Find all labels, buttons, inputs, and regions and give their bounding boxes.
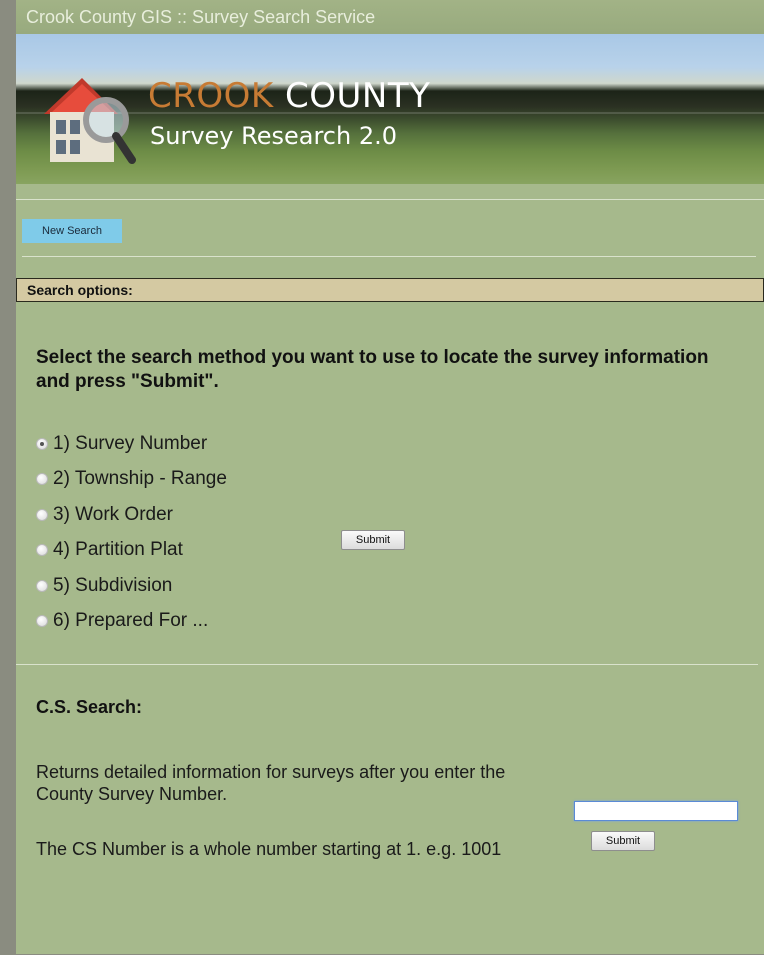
banner: CROOK COUNTY Survey Research 2.0 bbox=[16, 34, 764, 184]
radio-prepared-for[interactable]: 6) Prepared For ... bbox=[36, 604, 227, 640]
radio-button[interactable] bbox=[36, 508, 48, 521]
radio-work-order[interactable]: 3) Work Order bbox=[36, 497, 227, 533]
radio-survey-number[interactable]: 1) Survey Number bbox=[36, 426, 227, 462]
radio-label: 4) Partition Plat bbox=[53, 539, 183, 561]
new-search-button[interactable]: New Search bbox=[22, 219, 122, 243]
brand-subtitle: Survey Research 2.0 bbox=[150, 122, 397, 150]
cs-submit-button[interactable]: Submit bbox=[591, 831, 655, 851]
radio-button[interactable] bbox=[36, 544, 48, 557]
radio-label: 6) Prepared For ... bbox=[53, 610, 209, 632]
search-prompt: Select the search method you want to use… bbox=[36, 347, 709, 392]
cs-search-panel: C.S. Search: Returns detailed informatio… bbox=[16, 665, 764, 955]
radio-subdivision[interactable]: 5) Subdivision bbox=[36, 568, 227, 604]
search-options-header: Search options: bbox=[16, 278, 764, 302]
search-method-list: 1) Survey Number 2) Township - Range 3) … bbox=[36, 426, 227, 639]
radio-township-range[interactable]: 2) Township - Range bbox=[36, 462, 227, 498]
house-magnifier-icon bbox=[44, 78, 136, 164]
radio-button[interactable] bbox=[36, 615, 48, 628]
divider bbox=[22, 256, 756, 257]
radio-partition-plat[interactable]: 4) Partition Plat bbox=[36, 533, 227, 569]
nav-row: New Search bbox=[16, 200, 764, 270]
radio-button[interactable] bbox=[36, 437, 48, 450]
radio-label: 5) Subdivision bbox=[53, 574, 173, 596]
page-title: Crook County GIS :: Survey Search Servic… bbox=[16, 0, 764, 34]
brand-title: CROOK COUNTY bbox=[148, 76, 431, 116]
cs-number-input[interactable] bbox=[574, 801, 738, 821]
radio-label: 1) Survey Number bbox=[53, 432, 208, 454]
search-options-panel: Select the search method you want to use… bbox=[16, 302, 764, 664]
radio-label: 2) Township - Range bbox=[53, 468, 227, 490]
cs-search-title: C.S. Search: bbox=[36, 697, 143, 717]
radio-button[interactable] bbox=[36, 579, 48, 592]
cs-search-description: Returns detailed information for surveys… bbox=[36, 762, 506, 804]
options-submit-button[interactable]: Submit bbox=[341, 530, 405, 550]
radio-label: 3) Work Order bbox=[53, 503, 174, 525]
page-frame: Crook County GIS :: Survey Search Servic… bbox=[16, 0, 764, 954]
radio-button[interactable] bbox=[36, 473, 48, 486]
cs-search-hint: The CS Number is a whole number starting… bbox=[36, 839, 502, 859]
